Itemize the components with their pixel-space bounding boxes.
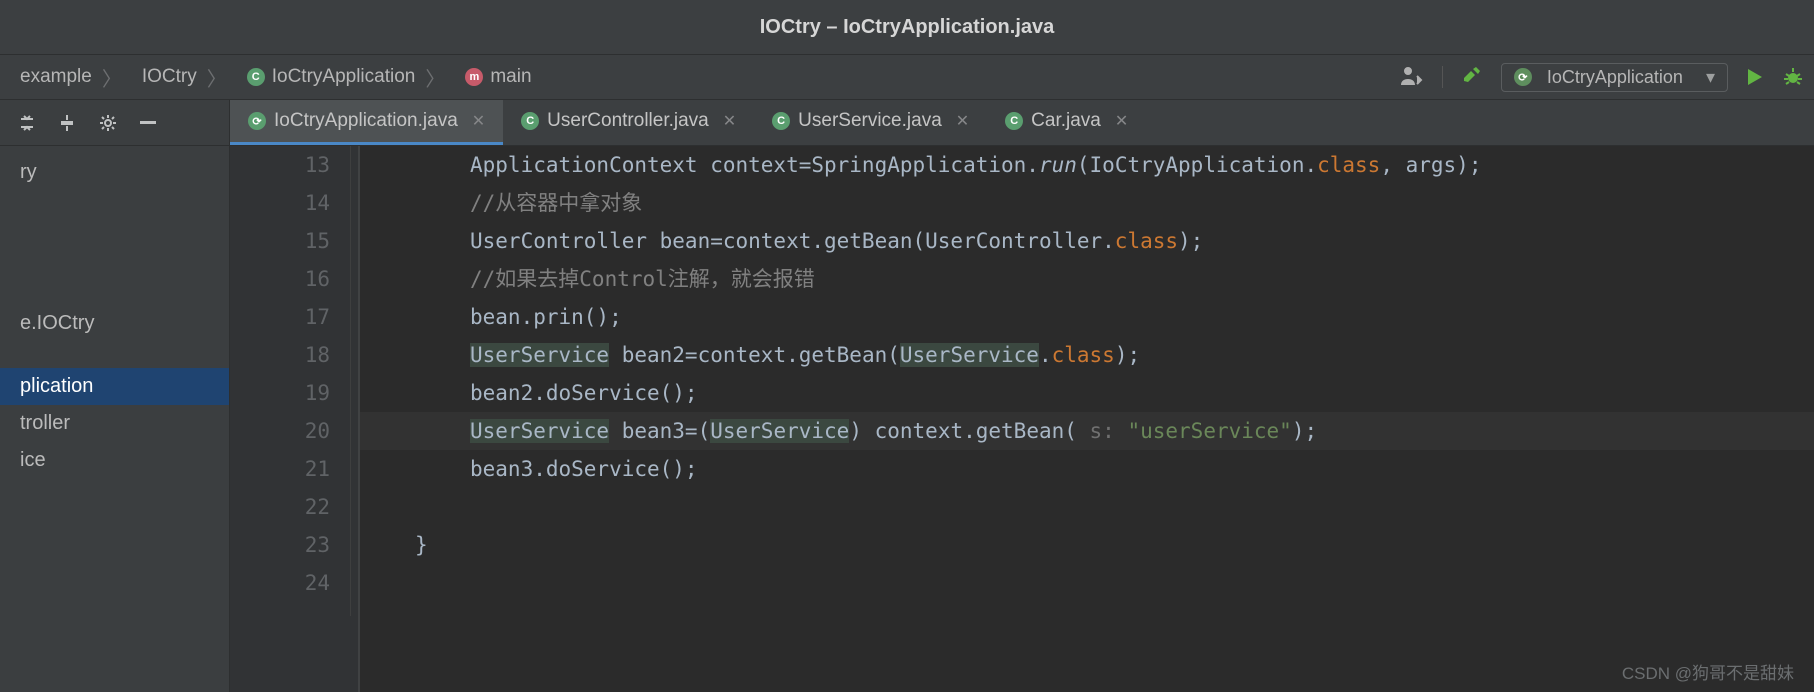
chevron-right-icon: 〉 <box>207 63 227 92</box>
tree-item-selected[interactable]: plication <box>0 368 229 405</box>
editor-tabs: ⟳ IoCtryApplication.java ✕ C UserControl… <box>230 100 1814 146</box>
code-line: } <box>415 526 1814 564</box>
main-area: ry e.IOCtry plication troller ice ⟳ IoCt… <box>0 100 1814 692</box>
run-button[interactable] <box>1746 67 1764 87</box>
build-icon[interactable] <box>1461 66 1483 88</box>
run-config-label: IoCtryApplication <box>1547 67 1683 88</box>
window-title: IOCtry – IoCtryApplication.java <box>760 16 1055 39</box>
code-line: UserService bean2=context.getBean(UserSe… <box>470 336 1814 374</box>
close-icon[interactable]: ✕ <box>956 111 969 131</box>
breadcrumb-label: main <box>490 66 531 88</box>
line-number: 17 <box>230 298 330 336</box>
breadcrumb: example 〉 IOCtry 〉 C IoCtryApplication 〉… <box>10 63 542 92</box>
code-line: UserController bean=context.getBean(User… <box>470 222 1814 260</box>
debug-button[interactable] <box>1782 66 1804 88</box>
line-number: 21 <box>230 450 330 488</box>
code-line <box>470 564 1814 602</box>
run-configuration-dropdown[interactable]: ⟳ IoCtryApplication ▾ <box>1501 63 1728 92</box>
tab-label: Car.java <box>1031 110 1101 132</box>
navigation-bar: example 〉 IOCtry 〉 C IoCtryApplication 〉… <box>0 55 1814 100</box>
line-number: 24 <box>230 564 330 602</box>
separator <box>1442 66 1443 88</box>
line-number: 16 <box>230 260 330 298</box>
code-line: bean2.doService(); <box>470 374 1814 412</box>
class-file-icon: C <box>1005 112 1023 130</box>
tab-usercontroller[interactable]: C UserController.java ✕ <box>503 100 754 145</box>
tab-label: UserController.java <box>547 110 709 132</box>
breadcrumb-ioctry[interactable]: IOCtry 〉 <box>132 63 237 92</box>
code-line <box>470 488 1814 526</box>
watermark: CSDN @狗哥不是甜妹 <box>1622 659 1794 684</box>
breadcrumb-label: IoCtryApplication <box>272 66 416 88</box>
code-area[interactable]: ApplicationContext context=SpringApplica… <box>360 146 1814 692</box>
line-number: 23 <box>230 526 330 564</box>
class-file-icon: C <box>772 112 790 130</box>
tab-userservice[interactable]: C UserService.java ✕ <box>754 100 987 145</box>
method-icon: m <box>465 68 483 86</box>
class-icon: C <box>247 68 265 86</box>
sidebar-toolbar <box>0 100 229 146</box>
project-sidebar: ry e.IOCtry plication troller ice <box>0 100 230 692</box>
gear-icon[interactable] <box>98 113 118 133</box>
code-line: //从容器中拿对象 <box>470 184 1814 222</box>
spring-icon: ⟳ <box>1514 68 1532 86</box>
line-number: 13 <box>230 146 330 184</box>
line-number: 14 <box>230 184 330 222</box>
spring-file-icon: ⟳ <box>248 112 266 130</box>
line-number: 15 <box>230 222 330 260</box>
window-titlebar: IOCtry – IoCtryApplication.java <box>0 0 1814 55</box>
line-number: 18 <box>230 336 330 374</box>
code-line: bean.prin(); <box>470 298 1814 336</box>
line-number: 22 <box>230 488 330 526</box>
tree-item[interactable]: e.IOCtry <box>0 305 229 342</box>
tab-label: IoCtryApplication.java <box>274 110 458 132</box>
breadcrumb-example[interactable]: example 〉 <box>10 63 132 92</box>
line-gutter: 13 14 15 16 17 18 19 20 21 22 23 24 <box>230 146 360 692</box>
user-icon[interactable] <box>1400 67 1424 87</box>
close-icon[interactable]: ✕ <box>723 111 736 131</box>
code-editor[interactable]: 13 14 15 16 17 18 19 20 21 22 23 24 Appl… <box>230 146 1814 692</box>
indent-guide <box>350 146 351 616</box>
tab-label: UserService.java <box>798 110 942 132</box>
file-tree[interactable]: ry e.IOCtry plication troller ice <box>0 146 229 479</box>
chevron-down-icon: ▾ <box>1706 67 1715 88</box>
code-line: //如果去掉Control注解，就会报错 <box>470 260 1814 298</box>
minimize-icon[interactable] <box>140 121 156 125</box>
close-icon[interactable]: ✕ <box>1115 111 1128 131</box>
expand-icon[interactable] <box>18 114 36 132</box>
line-number: 19 <box>230 374 330 412</box>
close-icon[interactable]: ✕ <box>472 111 485 131</box>
breadcrumb-method[interactable]: m main <box>455 66 541 88</box>
tree-item[interactable]: ry <box>0 154 229 191</box>
code-line: ApplicationContext context=SpringApplica… <box>470 146 1814 184</box>
code-line: bean3.doService(); <box>470 450 1814 488</box>
chevron-right-icon: 〉 <box>102 63 122 92</box>
breadcrumb-label: example <box>20 66 92 88</box>
tree-item[interactable]: ice <box>0 442 229 479</box>
editor-column: ⟳ IoCtryApplication.java ✕ C UserControl… <box>230 100 1814 692</box>
tab-ioctryapplication[interactable]: ⟳ IoCtryApplication.java ✕ <box>230 100 503 145</box>
breadcrumb-label: IOCtry <box>142 66 197 88</box>
code-line: UserService bean3=(UserService) context.… <box>360 412 1814 450</box>
nav-right-controls: ⟳ IoCtryApplication ▾ <box>1400 63 1804 92</box>
tab-car[interactable]: C Car.java ✕ <box>987 100 1146 145</box>
class-file-icon: C <box>521 112 539 130</box>
tree-item[interactable]: troller <box>0 405 229 442</box>
line-number: 20 <box>230 412 330 450</box>
collapse-icon[interactable] <box>58 114 76 132</box>
breadcrumb-class[interactable]: C IoCtryApplication 〉 <box>237 63 456 92</box>
chevron-right-icon: 〉 <box>425 63 445 92</box>
